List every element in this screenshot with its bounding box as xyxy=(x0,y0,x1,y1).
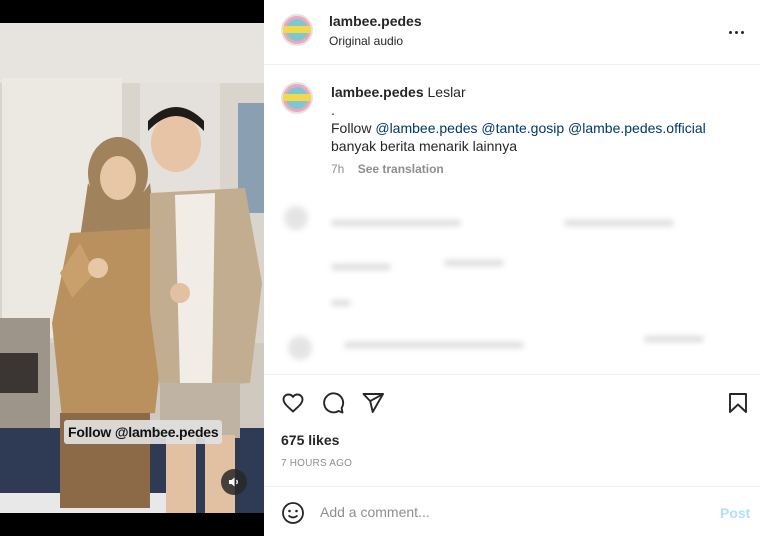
mention-link[interactable]: @lambe.pedes.official xyxy=(568,120,706,136)
heart-icon xyxy=(282,393,304,413)
post-panel: lambee.pedes Original audio lambee.pedes… xyxy=(264,0,760,536)
sound-toggle-button[interactable] xyxy=(221,469,247,495)
caption-follow-line: Follow @lambee.pedes @tante.gosip @lambe… xyxy=(331,119,706,137)
post-actions: 675 likes 7 HOURS AGO xyxy=(264,374,760,486)
post-comment-button[interactable]: Post xyxy=(720,505,750,521)
avatar[interactable] xyxy=(281,14,313,46)
caption-title: Leslar xyxy=(427,84,466,100)
emoji-icon xyxy=(282,502,304,524)
caption-avatar[interactable] xyxy=(281,82,313,114)
mention-link[interactable]: @lambee.pedes xyxy=(375,120,477,136)
comment-button[interactable] xyxy=(319,389,347,417)
save-button[interactable] xyxy=(724,389,752,417)
see-translation-button[interactable]: See translation xyxy=(358,162,444,176)
share-button[interactable] xyxy=(359,389,387,417)
more-options-button[interactable] xyxy=(726,22,746,42)
caption-dot: . xyxy=(331,102,335,118)
video-overlay-text: Follow @lambee.pedes xyxy=(64,420,223,444)
caption-first-line: lambee.pedes Leslar xyxy=(331,83,466,101)
likes-count[interactable]: 675 likes xyxy=(281,432,339,448)
comment-box: Post xyxy=(264,486,760,536)
share-icon xyxy=(362,393,384,413)
video-player[interactable]: Follow @lambee.pedes xyxy=(0,23,264,513)
post-header: lambee.pedes Original audio xyxy=(264,0,760,65)
caption-username[interactable]: lambee.pedes xyxy=(331,84,424,100)
blurred-comments xyxy=(264,196,760,374)
mention-link[interactable]: @tante.gosip xyxy=(481,120,564,136)
speaker-icon xyxy=(229,477,238,487)
like-button[interactable] xyxy=(279,389,307,417)
caption-area: lambee.pedes Leslar . Follow @lambee.ped… xyxy=(264,66,760,374)
bookmark-icon xyxy=(729,393,747,413)
post-timestamp: 7 HOURS AGO xyxy=(281,458,353,469)
header-username[interactable]: lambee.pedes xyxy=(329,13,422,29)
post-media[interactable]: Follow @lambee.pedes xyxy=(0,0,264,536)
caption-follow-word: Follow xyxy=(331,120,372,136)
emoji-button[interactable] xyxy=(280,500,306,526)
audio-link[interactable]: Original audio xyxy=(329,34,403,48)
caption-meta: 7h See translation xyxy=(331,162,444,176)
comment-icon xyxy=(323,392,345,414)
comment-input[interactable] xyxy=(320,501,700,523)
caption-time: 7h xyxy=(331,162,345,176)
caption-line-3: banyak berita menarik lainnya xyxy=(331,138,517,154)
